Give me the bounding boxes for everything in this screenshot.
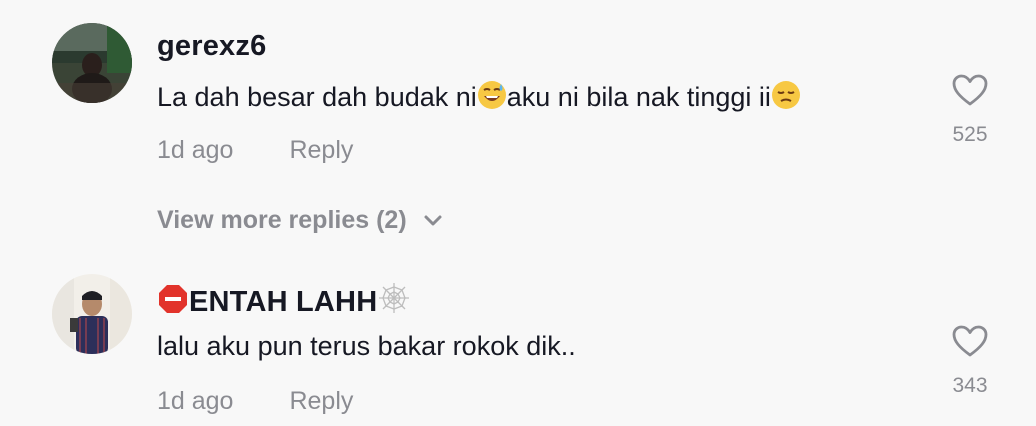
reply-button[interactable]: Reply xyxy=(289,136,353,164)
comment-text: lalu aku pun terus bakar rokok dik.. xyxy=(157,331,576,361)
timestamp: 1d ago xyxy=(157,387,234,415)
chevron-down-icon xyxy=(424,215,442,225)
comment-meta: 1d ago Reply xyxy=(157,136,353,165)
like-button[interactable]: 343 xyxy=(946,324,994,398)
like-button[interactable]: 525 xyxy=(946,73,994,147)
pensive-face-emoji-icon xyxy=(771,80,801,117)
heart-icon[interactable] xyxy=(951,324,989,358)
spider-web-icon xyxy=(377,281,411,323)
like-count: 343 xyxy=(952,374,988,397)
reply-button[interactable]: Reply xyxy=(289,387,353,415)
stop-sign-icon xyxy=(157,283,189,323)
like-count: 525 xyxy=(952,123,988,146)
comment-text: La dah besar dah budak ni aku ni bila nak… xyxy=(157,80,801,117)
heart-icon[interactable] xyxy=(951,73,989,107)
username[interactable]: gerexz6 xyxy=(157,30,266,63)
grinning-sweat-emoji-icon xyxy=(477,80,507,117)
timestamp: 1d ago xyxy=(157,136,234,164)
view-more-replies-button[interactable]: View more replies (2) xyxy=(157,206,443,235)
comment-meta: 1d ago Reply xyxy=(157,387,353,416)
username[interactable]: ENTAH LAHH xyxy=(157,281,411,323)
avatar[interactable] xyxy=(52,23,132,103)
avatar[interactable] xyxy=(52,274,132,354)
